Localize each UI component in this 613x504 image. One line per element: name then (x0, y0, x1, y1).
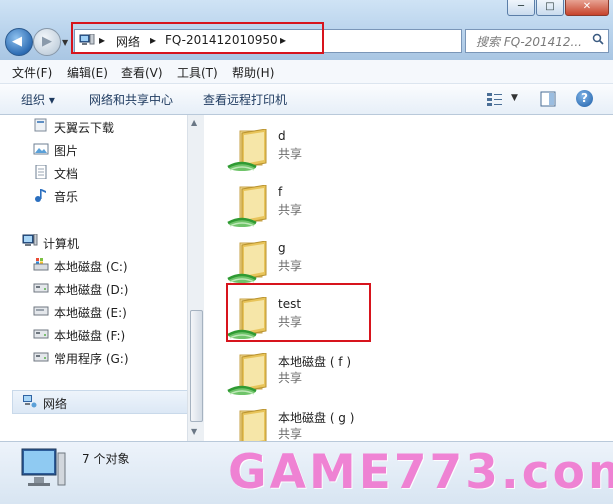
share-type: 共享 (278, 259, 303, 273)
menu-help[interactable]: 帮助(H) (232, 64, 274, 81)
scroll-up-icon[interactable]: ▲ (191, 118, 197, 127)
share-type: 共享 (278, 371, 303, 385)
drive-c-icon (33, 258, 49, 271)
share-name: g (278, 241, 286, 255)
network-icon (23, 395, 37, 408)
nav-item-drive-d[interactable]: 本地磁盘 (D:) (54, 281, 128, 298)
scroll-down-icon[interactable]: ▼ (191, 427, 197, 436)
navigation-pane: 天翼云下载 图片 文档 音乐 计算机 本地磁盘 (C:) 本地磁盘 (D:) 本… (0, 115, 188, 441)
menu-edit[interactable]: 编辑(E) (67, 64, 108, 81)
navigation-scrollbar[interactable]: ▲ ▼ (187, 115, 204, 441)
command-bar: 组织 ▾ 网络和共享中心 查看远程打印机 ▼ ? (0, 84, 613, 115)
scroll-thumb[interactable] (190, 310, 203, 422)
title-bar: ─ □ ✕ ◀ ▶ ▼ ▸ 网络 ▸ FQ-201412010950 ▸ ▼ ⟲… (0, 0, 613, 60)
nav-item-drive-f[interactable]: 本地磁盘 (F:) (54, 327, 125, 344)
menu-file[interactable]: 文件(F) (12, 64, 52, 81)
nav-item-pictures[interactable]: 图片 (54, 142, 78, 159)
share-type: 共享 (278, 203, 303, 217)
change-view-icon[interactable] (486, 91, 504, 107)
search-placeholder: 搜索 FQ-201412... (476, 35, 582, 49)
forward-button[interactable]: ▶ (33, 28, 61, 56)
download-icon (34, 118, 47, 132)
recent-pages-dropdown[interactable]: ▼ (62, 38, 68, 47)
menu-view[interactable]: 查看(V) (121, 64, 163, 81)
nav-item-drive-c[interactable]: 本地磁盘 (C:) (54, 258, 128, 275)
network-computer-large-icon (21, 448, 66, 486)
view-remote-printers-button[interactable]: 查看远程打印机 (203, 91, 287, 108)
drive-icon (33, 329, 49, 339)
nav-item-computer[interactable]: 计算机 (43, 235, 79, 252)
nav-item-tianyi-download[interactable]: 天翼云下载 (54, 119, 114, 136)
back-arrow-icon: ◀ (12, 34, 22, 49)
nav-item-drive-g[interactable]: 常用程序 (G:) (54, 350, 129, 367)
object-count: 7 个对象 (82, 452, 130, 466)
shared-folder-icon (227, 185, 267, 227)
search-icon[interactable] (592, 33, 604, 45)
minimize-button[interactable]: ─ (507, 0, 535, 16)
share-type: 共享 (278, 147, 303, 161)
shared-folder-icon (227, 129, 267, 171)
drive-icon (33, 283, 49, 293)
computer-icon (22, 234, 38, 246)
nav-item-drive-e[interactable]: 本地磁盘 (E:) (54, 304, 127, 321)
drive-icon (33, 306, 49, 316)
share-name: f (278, 185, 283, 199)
drive-icon (33, 352, 49, 362)
window-controls: ─ □ ✕ (506, 0, 609, 16)
search-box[interactable]: 搜索 FQ-201412... (465, 29, 609, 53)
preview-pane-icon[interactable] (540, 91, 556, 107)
nav-item-network-selected[interactable]: 网络 (12, 390, 188, 414)
share-folder-item[interactable]: d 共享 (222, 125, 392, 175)
menu-bar: 文件(F) 编辑(E) 查看(V) 工具(T) 帮助(H) (0, 60, 613, 84)
content-pane: d 共享 f 共享 g 共享 test 共享 本地磁盘 ( f ) 共享 本地磁盘 ( g ) 共享 (204, 115, 613, 451)
back-button[interactable]: ◀ (5, 28, 33, 56)
nav-item-music[interactable]: 音乐 (54, 188, 78, 205)
network-center-button[interactable]: 网络和共享中心 (89, 91, 173, 108)
share-folder-item[interactable]: g 共享 (222, 237, 392, 287)
share-folder-item[interactable]: 本地磁盘 ( f ) 共享 (222, 349, 392, 399)
maximize-button[interactable]: □ (536, 0, 564, 16)
menu-tools[interactable]: 工具(T) (177, 64, 218, 81)
pictures-icon (33, 143, 49, 155)
share-folder-item[interactable]: f 共享 (222, 181, 392, 231)
view-dropdown-icon[interactable]: ▼ (511, 93, 518, 103)
share-type: 共享 (278, 427, 303, 441)
share-name: 本地磁盘 ( f ) (278, 355, 352, 369)
nav-item-network: 网络 (43, 397, 68, 411)
watermark-logo: GAME773.com (228, 445, 613, 500)
test-highlight-box (226, 283, 371, 342)
share-name: d (278, 129, 286, 143)
address-highlight-box (71, 22, 324, 54)
shared-folder-icon (227, 353, 267, 395)
help-icon[interactable]: ? (576, 90, 593, 107)
close-button[interactable]: ✕ (565, 0, 609, 16)
share-name: 本地磁盘 ( g ) (278, 411, 355, 425)
nav-item-documents[interactable]: 文档 (54, 165, 78, 182)
music-icon (35, 189, 46, 202)
forward-arrow-icon: ▶ (42, 34, 52, 49)
documents-icon (35, 165, 47, 179)
organize-button[interactable]: 组织 ▾ (21, 91, 55, 108)
shared-folder-icon (227, 241, 267, 283)
